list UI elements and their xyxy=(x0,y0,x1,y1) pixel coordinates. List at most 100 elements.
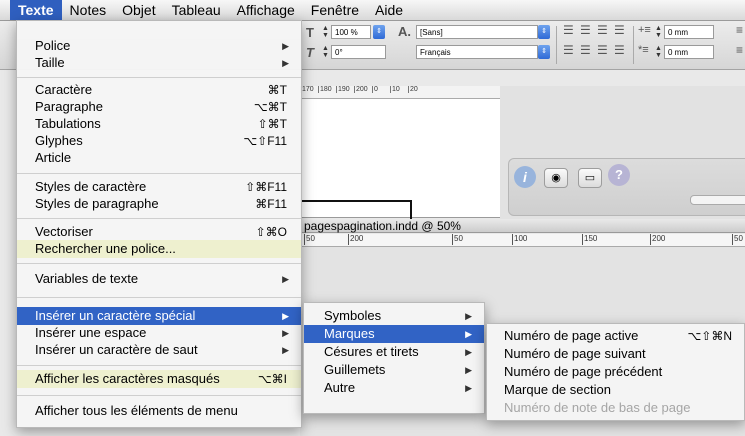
eye-icon[interactable]: ◉ xyxy=(544,168,568,188)
ruler-label: 50 xyxy=(452,234,463,245)
menu-item-label: Numéro de page active xyxy=(504,328,639,343)
menu-item-guillemets[interactable]: Guillemets ▶ xyxy=(304,361,484,379)
menubar-texte[interactable]: Texte xyxy=(10,0,62,20)
menu-item-inserer-espace[interactable]: Insérer une espace ▶ xyxy=(17,324,301,342)
menu-item-afficher-caracteres-masques[interactable]: Afficher les caractères masqués ⌥⌘I xyxy=(17,370,301,388)
menubar-objet[interactable]: Objet xyxy=(114,0,163,20)
ruler-label: 200 xyxy=(354,86,372,93)
shortcut: ⇧⌘T xyxy=(257,117,287,131)
ruler-label: 190 xyxy=(336,86,354,93)
folder-icon[interactable]: ▭ xyxy=(578,168,602,188)
ruler-label: 170 xyxy=(300,86,318,93)
menubar-fenetre[interactable]: Fenêtre xyxy=(303,0,367,20)
menu-item-variables-texte[interactable]: Variables de texte ▶ xyxy=(17,270,301,288)
first-line-indent-field[interactable]: 0 mm xyxy=(664,45,714,59)
stepper-icon[interactable]: ▲ ▼ xyxy=(321,45,330,59)
menu-item-numero-page-active[interactable]: Numéro de page active ⌥⇧⌘N xyxy=(487,327,744,345)
shortcut: ⌥⇧F11 xyxy=(243,134,287,148)
menu-item-rechercher-police[interactable]: Rechercher une police... xyxy=(17,240,301,258)
menu-item-label: Numéro de page précédent xyxy=(504,364,663,379)
separator xyxy=(556,26,557,64)
shortcut: ⌥⌘I xyxy=(257,372,287,386)
document-window xyxy=(300,86,502,218)
ruler-label: 180 xyxy=(318,86,336,93)
menubar-tableau[interactable]: Tableau xyxy=(164,0,229,20)
help-icon[interactable]: ? xyxy=(608,164,630,186)
justify-all-icon[interactable]: ☰ xyxy=(614,43,625,57)
menu-item-symboles[interactable]: Symboles ▶ xyxy=(304,307,484,325)
stepper-icon[interactable]: ▲ ▼ xyxy=(321,25,330,39)
align-justify-icon[interactable]: ☰ xyxy=(614,23,625,37)
menu-item-label: Variables de texte xyxy=(35,271,139,286)
align-icon[interactable]: ≡ xyxy=(736,23,743,37)
menu-item-label: Styles de paragraphe xyxy=(35,196,159,211)
shortcut: ⇧⌘O xyxy=(255,225,287,239)
menu-item-label: Styles de caractère xyxy=(35,179,147,194)
menu-separator xyxy=(17,218,301,219)
font-field[interactable]: [Sans] xyxy=(416,25,538,39)
horizontal-scale-field[interactable]: 100 % xyxy=(331,25,371,39)
text-frame[interactable] xyxy=(300,200,412,221)
ruler-label: 150 xyxy=(582,234,598,245)
menu-separator xyxy=(17,77,301,78)
menu-item-glyphes[interactable]: Glyphes ⌥⇧F11 xyxy=(17,132,301,150)
menu-separator xyxy=(17,173,301,174)
justify-center-icon[interactable]: ☰ xyxy=(580,43,591,57)
menubar-aide[interactable]: Aide xyxy=(367,0,411,20)
menu-item-label: Police xyxy=(35,38,71,53)
menu-item-numero-page-precedent[interactable]: Numéro de page précédent xyxy=(487,363,744,381)
document-title-bar[interactable]: pagespagination.indd @ 50% xyxy=(300,219,745,233)
align-center-icon[interactable]: ☰ xyxy=(580,23,591,37)
menu-item-marques[interactable]: Marques ▶ xyxy=(304,325,484,343)
language-field[interactable]: Français xyxy=(416,45,538,59)
menu-item-label: Paragraphe xyxy=(35,99,103,114)
justify-left-icon[interactable]: ☰ xyxy=(563,43,574,57)
ruler-label: 200 xyxy=(650,234,666,245)
menu-item-afficher-tous-elements[interactable]: Afficher tous les éléments de menu xyxy=(17,402,301,420)
menu-item-inserer-saut[interactable]: Insérer un caractère de saut ▶ xyxy=(17,341,301,359)
shortcut: ⌘T xyxy=(267,83,287,97)
horizontal-ruler: 170 180 190 200 0 10 20 xyxy=(300,86,500,99)
menu-item-label: Guillemets xyxy=(324,362,386,377)
menu-item-styles-caractere[interactable]: Styles de caractère ⇧⌘F11 xyxy=(17,178,301,196)
marques-submenu: Numéro de page active ⌥⇧⌘N Numéro de pag… xyxy=(486,323,745,421)
submenu-arrow-icon: ▶ xyxy=(465,329,472,339)
menu-item-marque-section[interactable]: Marque de section xyxy=(487,381,744,399)
menu-item-label: Insérer une espace xyxy=(35,325,147,340)
menu-item-label: Insérer un caractère de saut xyxy=(35,342,198,357)
submenu-arrow-icon: ▶ xyxy=(282,345,289,355)
stepper-icon[interactable]: ▲ ▼ xyxy=(654,25,663,39)
justify-right-icon[interactable]: ☰ xyxy=(597,43,608,57)
menu-item-vectoriser[interactable]: Vectoriser ⇧⌘O xyxy=(17,223,301,241)
menu-item-label: Symboles xyxy=(324,308,382,323)
menubar-notes[interactable]: Notes xyxy=(62,0,115,20)
font-dropdown-icon[interactable]: ⇕ xyxy=(538,25,550,39)
menubar-affichage[interactable]: Affichage xyxy=(229,0,303,20)
first-line-indent-icon: *≡ xyxy=(638,44,649,56)
language-dropdown-icon[interactable]: ⇕ xyxy=(538,45,550,59)
menu-item-article[interactable]: Article xyxy=(17,149,301,167)
search-field[interactable] xyxy=(690,195,745,205)
menu-item-label: Numéro de page suivant xyxy=(504,346,646,361)
menu-item-taille[interactable]: Taille ▶ xyxy=(17,54,301,72)
info-icon[interactable]: i xyxy=(514,166,536,188)
left-indent-field[interactable]: 0 mm xyxy=(664,25,714,39)
menu-item-label: Autre xyxy=(324,380,356,395)
menu-item-caractere[interactable]: Caractère ⌘T xyxy=(17,81,301,99)
menu-item-inserer-caractere-special[interactable]: Insérer un caractère spécial ▶ xyxy=(17,307,301,325)
skew-angle-field[interactable]: 0° xyxy=(331,45,386,59)
menu-item-label: Article xyxy=(35,150,72,165)
menu-item-numero-page-suivant[interactable]: Numéro de page suivant xyxy=(487,345,744,363)
menu-item-police[interactable]: Police ▶ xyxy=(17,37,301,55)
align-right-icon[interactable]: ☰ xyxy=(597,23,608,37)
menu-item-styles-paragraphe[interactable]: Styles de paragraphe ⌘F11 xyxy=(17,195,301,213)
menu-item-cesures-tirets[interactable]: Césures et tirets ▶ xyxy=(304,343,484,361)
align-icon[interactable]: ≡ xyxy=(736,43,743,57)
menu-item-autre[interactable]: Autre ▶ xyxy=(304,379,484,397)
menu-item-paragraphe[interactable]: Paragraphe ⌥⌘T xyxy=(17,98,301,116)
stepper-icon[interactable]: ▲ ▼ xyxy=(654,45,663,59)
align-left-icon[interactable]: ☰ xyxy=(563,23,574,37)
menu-item-label: Glyphes xyxy=(35,133,83,148)
horizontal-scale-dropdown-icon[interactable]: ⇕ xyxy=(373,25,385,39)
menu-item-tabulations[interactable]: Tabulations ⇧⌘T xyxy=(17,115,301,133)
